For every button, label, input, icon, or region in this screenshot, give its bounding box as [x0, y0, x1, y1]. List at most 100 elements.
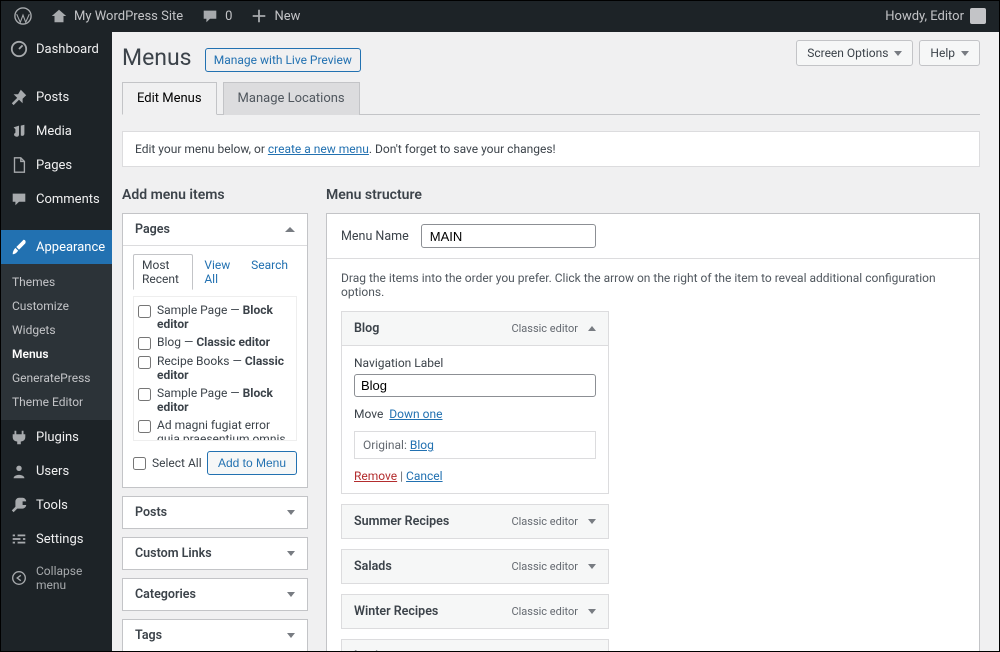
page-title: Menus [122, 44, 192, 71]
site-link[interactable]: My WordPress Site [42, 0, 191, 32]
nav-posts[interactable]: Posts [0, 80, 112, 114]
categories-metabox: Categories [122, 578, 308, 611]
move-label: Move [354, 407, 383, 421]
comment-icon [201, 7, 219, 25]
menu-item-toggle[interactable]: LoginCustom Link [342, 640, 608, 652]
notice-banner: Edit your menu below, or create a new me… [122, 131, 980, 167]
menu-editor: Menu Name Drag the items into the order … [326, 213, 980, 652]
nav-dashboard[interactable]: Dashboard [0, 32, 112, 66]
customlinks-metabox: Custom Links [122, 537, 308, 570]
move-down-link[interactable]: Down one [389, 407, 442, 421]
remove-link[interactable]: Remove [354, 469, 397, 483]
subtab-search[interactable]: Search [242, 254, 297, 290]
menu-item-title: Summer Recipes [354, 514, 449, 529]
pages-metabox-toggle[interactable]: Pages [123, 214, 307, 246]
nav-plugins[interactable]: Plugins [0, 420, 112, 454]
account-link[interactable]: Howdy, Editor [877, 0, 994, 32]
customlinks-metabox-toggle[interactable]: Custom Links [123, 538, 307, 569]
comment-icon [10, 190, 28, 208]
drag-hint: Drag the items into the order you prefer… [341, 271, 965, 299]
new-content[interactable]: New [242, 0, 308, 32]
tab-manage-locations[interactable]: Manage Locations [223, 82, 360, 115]
page-checkbox-row[interactable]: Recipe Books — Classic editor [138, 352, 292, 384]
page-checkbox-row[interactable]: Sample Page — Block editor [138, 384, 292, 416]
wrench-icon [10, 496, 28, 514]
menu-structure-heading: Menu structure [326, 187, 980, 203]
posts-metabox-toggle[interactable]: Posts [123, 497, 307, 528]
select-all-row[interactable]: Select All [133, 456, 202, 470]
caret-up-icon [588, 326, 596, 331]
nav-pages[interactable]: Pages [0, 148, 112, 182]
nav-users[interactable]: Users [0, 454, 112, 488]
tags-metabox-toggle[interactable]: Tags [123, 620, 307, 651]
settings-icon [10, 530, 28, 548]
menu-item-toggle[interactable]: Blog Classic editor [342, 312, 608, 346]
collapse-menu[interactable]: Collapse menu [0, 556, 112, 600]
box-title: Posts [135, 505, 167, 520]
nav-settings[interactable]: Settings [0, 522, 112, 556]
wp-logo[interactable] [6, 0, 40, 32]
comments-count: 0 [225, 9, 232, 24]
nav-label: Comments [36, 192, 100, 207]
pages-subtabs: Most Recent View All Search [133, 254, 297, 290]
page-checkbox-row[interactable]: Blog — Classic editor [138, 333, 292, 352]
tab-edit-menus[interactable]: Edit Menus [122, 82, 217, 115]
add-to-menu-button[interactable]: Add to Menu [207, 451, 297, 475]
select-all-checkbox[interactable] [133, 457, 146, 470]
nav-label: Tools [36, 498, 68, 513]
menu-name-label: Menu Name [341, 229, 409, 244]
page-checkbox[interactable] [138, 356, 151, 369]
create-menu-link[interactable]: create a new menu [268, 142, 369, 156]
wordpress-icon [14, 7, 32, 25]
page-checkbox-row[interactable]: Ad magni fugiat error quia praesentium o… [138, 416, 292, 441]
menu-name-input[interactable] [421, 224, 596, 248]
comments-link[interactable]: 0 [193, 0, 240, 32]
nav-label: Media [36, 124, 72, 139]
menu-item-type: Classic editor [511, 560, 578, 573]
user-icon [10, 462, 28, 480]
nav-label: Users [36, 464, 69, 479]
menu-item-toggle[interactable]: Salads Classic editor [342, 550, 608, 583]
main-content: Screen Options Help Menus Manage with Li… [112, 32, 1000, 652]
admin-sidebar: Dashboard Posts Media Pages Comments App… [0, 32, 112, 652]
plugin-icon [10, 428, 28, 446]
nav-media[interactable]: Media [0, 114, 112, 148]
page-checkbox[interactable] [138, 305, 151, 318]
sub-menus[interactable]: Menus [0, 342, 112, 366]
menu-item-title: Blog [354, 321, 379, 336]
admin-topbar: My WordPress Site 0 New Howdy, Editor [0, 0, 1000, 32]
menu-item-salads: Salads Classic editor [341, 549, 609, 584]
nav-tabs: Edit Menus Manage Locations [122, 82, 980, 115]
help-button[interactable]: Help [919, 40, 980, 66]
pages-list[interactable]: Sample Page — Block editor Blog — Classi… [133, 296, 297, 441]
original-link[interactable]: Blog [410, 438, 434, 452]
caret-down-icon [287, 551, 295, 556]
screen-options-button[interactable]: Screen Options [796, 40, 913, 66]
menu-item-toggle[interactable]: Winter RecipesClassic editor [342, 595, 608, 628]
subtab-recent[interactable]: Most Recent [133, 254, 193, 290]
caret-up-icon [285, 227, 295, 232]
page-checkbox-row[interactable]: Sample Page — Block editor [138, 301, 292, 333]
sub-themes[interactable]: Themes [0, 270, 112, 294]
categories-metabox-toggle[interactable]: Categories [123, 579, 307, 610]
sub-theme-editor[interactable]: Theme Editor [0, 390, 112, 414]
nav-comments[interactable]: Comments [0, 182, 112, 216]
page-checkbox[interactable] [138, 337, 151, 350]
subtab-viewall[interactable]: View All [195, 254, 240, 290]
caret-down-icon [588, 519, 596, 524]
nav-appearance[interactable]: Appearance [0, 230, 112, 264]
live-preview-button[interactable]: Manage with Live Preview [205, 48, 361, 72]
caret-down-icon [588, 564, 596, 569]
caret-down-icon [961, 51, 969, 56]
sub-generatepress[interactable]: GeneratePress [0, 366, 112, 390]
nav-label: Pages [36, 158, 72, 173]
page-checkbox[interactable] [138, 388, 151, 401]
menu-item-toggle[interactable]: Summer RecipesClassic editor [342, 505, 608, 538]
cancel-link[interactable]: Cancel [406, 469, 443, 483]
page-checkbox[interactable] [138, 420, 151, 433]
sub-widgets[interactable]: Widgets [0, 318, 112, 342]
nav-label-input[interactable] [354, 374, 596, 397]
menu-item-title: Salads [354, 559, 392, 574]
sub-customize[interactable]: Customize [0, 294, 112, 318]
nav-tools[interactable]: Tools [0, 488, 112, 522]
